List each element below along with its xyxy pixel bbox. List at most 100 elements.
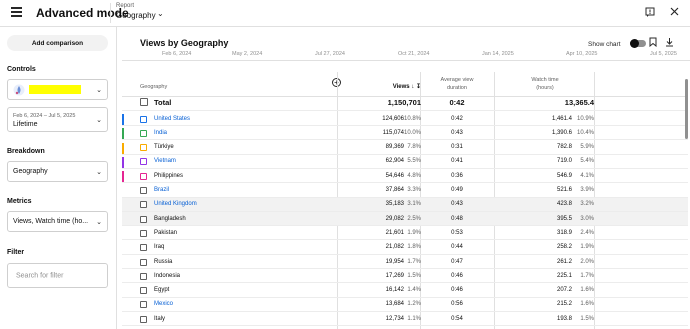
download-icon[interactable] xyxy=(665,37,674,49)
breakdown-value: Geography xyxy=(13,168,48,175)
series-color-marker xyxy=(122,156,124,168)
avg-duration-value: 0:43 xyxy=(451,201,463,208)
breakdown-selector[interactable]: Geography ⌄ xyxy=(7,161,108,182)
date-range-value: Lifetime xyxy=(13,121,38,128)
watch-time-percent: 3.0% xyxy=(580,215,594,222)
row-checkbox[interactable] xyxy=(140,201,147,209)
views-percent: 2.5% xyxy=(407,215,421,222)
views-value: 115,074 xyxy=(382,129,404,136)
top-bar: Advanced mode Report Geography ⌄ xyxy=(0,0,690,27)
close-icon[interactable] xyxy=(670,7,679,19)
timeline-label: Oct 21, 2024 xyxy=(398,51,430,57)
country-name[interactable]: United States xyxy=(154,116,190,122)
watch-time-percent: 1.6% xyxy=(580,287,594,294)
table-row[interactable]: Vietnam 62,904 5.5% 0:41 719.0 5.4% xyxy=(122,155,688,169)
series-color-marker xyxy=(122,142,124,154)
row-checkbox[interactable] xyxy=(140,229,147,237)
table-row[interactable]: United States 124,606 10.8% 0:42 1,461.4 10.9… xyxy=(122,112,688,126)
row-checkbox[interactable] xyxy=(140,315,147,323)
views-percent: 1.1% xyxy=(407,315,421,322)
row-checkbox[interactable] xyxy=(140,244,147,252)
views-value: 13,684 xyxy=(385,301,404,308)
views-header[interactable]: Views ↓ ↧ xyxy=(337,83,421,90)
country-name: Philippines xyxy=(154,172,184,179)
bookmark-icon[interactable] xyxy=(649,37,657,49)
watch-time-percent: 2.0% xyxy=(580,258,594,265)
row-checkbox[interactable] xyxy=(140,301,147,309)
table-row[interactable]: Russia 19,954 1.7% 0:47 261.2 2.0% xyxy=(122,255,688,269)
row-checkbox[interactable] xyxy=(140,144,147,152)
views-value: 35,183 xyxy=(385,201,404,208)
row-checkbox[interactable] xyxy=(140,287,147,295)
avg-duration-value: 0:49 xyxy=(451,187,463,193)
row-checkbox[interactable] xyxy=(140,172,147,180)
country-name[interactable]: Mexico xyxy=(154,301,173,307)
show-chart-toggle[interactable] xyxy=(630,39,646,48)
total-watch-time: 13,365.4 xyxy=(564,97,594,107)
row-checkbox[interactable] xyxy=(140,129,147,137)
total-row: Total 1,150,701 0:42 13,365.4 xyxy=(122,93,688,111)
avg-duration-value: 0:53 xyxy=(451,229,463,236)
feedback-icon[interactable] xyxy=(645,7,655,20)
row-checkbox[interactable] xyxy=(140,187,147,194)
metrics-value: Views, Watch time (ho... xyxy=(13,218,89,225)
row-checkbox[interactable] xyxy=(140,115,147,123)
views-value: 89,369 xyxy=(385,144,404,151)
report-label: Report xyxy=(116,3,135,9)
timeline-label: Apr 10, 2025 xyxy=(566,51,598,57)
controls-label: Controls xyxy=(7,66,36,73)
views-percent: 7.8% xyxy=(407,144,421,151)
country-name: Bangladesh xyxy=(154,215,186,222)
timeline-label: Jul 5, 2025 xyxy=(650,51,677,57)
avg-duration-value: 0:44 xyxy=(451,244,463,251)
report-selector[interactable]: Geography xyxy=(116,11,156,20)
table-row[interactable]: Mexico 13,684 1.2% 0:56 215.2 1.6% xyxy=(122,298,688,312)
views-value: 19,954 xyxy=(385,258,404,265)
avg-view-duration-header[interactable]: Average view duration xyxy=(420,76,494,92)
add-comparison-button[interactable]: Add comparison xyxy=(7,35,108,51)
metrics-selector[interactable]: Views, Watch time (ho... ⌄ xyxy=(7,211,108,232)
watch-time-header[interactable]: Watch time (hours) xyxy=(496,76,594,92)
row-checkbox[interactable] xyxy=(140,258,147,266)
table-row[interactable]: Brazil 37,864 3.3% 0:49 521.6 3.9% xyxy=(122,184,688,198)
timeline-label: Feb 6, 2024 xyxy=(162,51,192,57)
table-row[interactable]: Bangladesh 29,082 2.5% 0:48 395.5 3.0% xyxy=(122,212,688,227)
channel-selector[interactable]: ⌄ xyxy=(7,79,108,100)
avg-duration-value: 0:48 xyxy=(451,215,463,222)
sort-down-icon[interactable]: ↓ xyxy=(411,84,414,90)
table-row[interactable]: United Kingdom 35,183 3.1% 0:43 423.8 3.2% xyxy=(122,197,688,212)
select-all-checkbox[interactable] xyxy=(140,98,148,106)
watch-time-value: 215.2 xyxy=(556,301,572,308)
wt-header-line1: Watch time xyxy=(531,77,559,83)
avd-header-line1: Average view xyxy=(440,77,474,83)
table-row[interactable]: Egypt 16,142 1.4% 0:46 207.2 1.6% xyxy=(122,284,688,298)
table-scrollbar[interactable] xyxy=(685,79,688,139)
geography-header[interactable]: Geography xyxy=(140,84,167,90)
views-value: 124,606 xyxy=(382,115,404,122)
table-row[interactable]: Pakistan 21,601 1.9% 0:53 318.9 2.4% xyxy=(122,226,688,241)
row-checkbox[interactable] xyxy=(140,158,147,166)
table-row[interactable]: Indonesia 17,269 1.5% 0:46 225.1 1.7% xyxy=(122,269,688,284)
row-checkbox[interactable] xyxy=(140,215,147,223)
menu-icon[interactable] xyxy=(11,7,22,17)
views-percent: 1.8% xyxy=(407,244,421,251)
channel-name-redacted xyxy=(29,85,81,94)
filter-search-input[interactable]: Search for filter xyxy=(7,263,108,288)
table-row[interactable]: Türkiye 89,369 7.8% 0:31 782.8 5.9% xyxy=(122,141,688,155)
chevron-down-icon[interactable]: ⌄ xyxy=(157,9,164,18)
country-name[interactable]: Brazil xyxy=(154,187,169,193)
views-value: 21,601 xyxy=(385,229,404,236)
country-name[interactable]: India xyxy=(154,130,167,136)
row-checkbox[interactable] xyxy=(140,272,147,280)
watch-time-value: 395.5 xyxy=(556,215,572,222)
table-row[interactable]: Iraq 21,082 1.8% 0:44 258.2 1.9% xyxy=(122,241,688,255)
table-row[interactable]: Philippines 54,646 4.8% 0:36 546.9 4.1% xyxy=(122,169,688,184)
header-divider xyxy=(110,3,111,23)
table-row[interactable]: Italy 12,734 1.1% 0:54 193.8 1.5% xyxy=(122,312,688,327)
table-row[interactable]: India 115,074 10.0% 0:43 1,390.6 10.4% xyxy=(122,126,688,141)
total-avg-duration: 0:42 xyxy=(449,97,465,107)
date-range-selector[interactable]: Feb 6, 2024 – Jul 5, 2025 Lifetime ⌄ xyxy=(7,107,108,132)
country-name[interactable]: United Kingdom xyxy=(154,201,197,207)
wt-header-line2: (hours) xyxy=(536,85,554,91)
country-name[interactable]: Vietnam xyxy=(154,158,176,164)
